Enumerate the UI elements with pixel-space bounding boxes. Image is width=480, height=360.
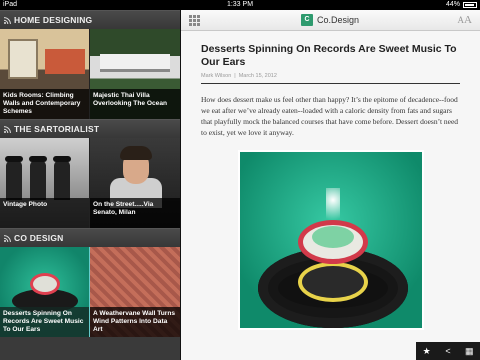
tile-caption: Desserts Spinning On Records Are Sweet M… (0, 307, 89, 337)
feed-tile[interactable]: On the Street.....Via Senato, Milan (90, 138, 180, 228)
article-meta: Mark Wilson | March 15, 2012 (201, 73, 460, 84)
tile-caption: Majestic Thai Villa Overlooking The Ocea… (90, 89, 180, 119)
section-header-home-designing[interactable]: HOME DESIGNING (0, 10, 180, 29)
font-size-button[interactable]: AA (458, 14, 472, 26)
star-icon[interactable]: ★ (420, 344, 434, 358)
rss-icon (4, 234, 11, 242)
source-label: Co.Design (317, 15, 360, 25)
section-title: THE SARTORIALIST (14, 124, 100, 134)
clock: 1:33 PM (226, 1, 254, 8)
tile-caption: On the Street.....Via Senato, Milan (90, 198, 180, 228)
article-author: Mark Wilson (201, 73, 232, 79)
status-bar: iPad 1:33 PM 44% (0, 0, 480, 10)
share-icon[interactable]: < (441, 344, 455, 358)
grid-icon[interactable]: ▦ (462, 344, 476, 358)
tile-row: Desserts Spinning On Records Are Sweet M… (0, 247, 180, 337)
section-header-the-sartorialist[interactable]: THE SARTORIALIST (0, 119, 180, 138)
feed-tile[interactable]: A Weathervane Wall Turns Wind Patterns I… (90, 247, 180, 337)
article-title: Desserts Spinning On Records Are Sweet M… (201, 43, 457, 68)
source-name: C Co.Design (301, 14, 359, 26)
rss-icon (4, 125, 11, 133)
article-hero-image (237, 150, 424, 330)
tile-row: Vintage Photo On the Street.....Via Sena… (0, 138, 180, 228)
feed-tile[interactable]: Majestic Thai Villa Overlooking The Ocea… (90, 29, 180, 119)
article-content: Desserts Spinning On Records Are Sweet M… (181, 31, 480, 330)
font-size-large-icon: A (464, 14, 472, 26)
battery-percent: 44% (445, 1, 460, 8)
section-header-co-design[interactable]: CO DESIGN (0, 228, 180, 247)
tile-caption: A Weathervane Wall Turns Wind Patterns I… (90, 307, 180, 337)
feed-sidebar: HOME DESIGNING Kids Rooms: Climbing Wall… (0, 10, 180, 360)
article-body: How does dessert make us feel other than… (201, 95, 459, 137)
feed-tile-selected[interactable]: Desserts Spinning On Records Are Sweet M… (0, 247, 90, 337)
article-reader: C Co.Design AA Desserts Spinning On Reco… (180, 10, 480, 360)
battery-icon (463, 2, 477, 8)
article-action-bar: ★ < ▦ (416, 342, 480, 360)
feed-tile[interactable]: Kids Rooms: Climbing Walls and Contempor… (0, 29, 90, 119)
article-date: March 15, 2012 (238, 73, 277, 79)
tile-row: Kids Rooms: Climbing Walls and Contempor… (0, 29, 180, 119)
tile-caption: Kids Rooms: Climbing Walls and Contempor… (0, 89, 89, 119)
tile-caption: Vintage Photo (0, 198, 89, 228)
feed-tile[interactable]: Vintage Photo (0, 138, 90, 228)
meta-separator: | (234, 73, 236, 79)
battery-indicator: 44% (446, 0, 477, 10)
grid-view-icon[interactable] (189, 15, 200, 26)
reader-toolbar: C Co.Design AA (181, 10, 480, 31)
section-title: CO DESIGN (14, 233, 64, 243)
section-title: HOME DESIGNING (14, 15, 93, 25)
co-design-logo-icon: C (301, 14, 313, 26)
rss-icon (4, 16, 11, 24)
